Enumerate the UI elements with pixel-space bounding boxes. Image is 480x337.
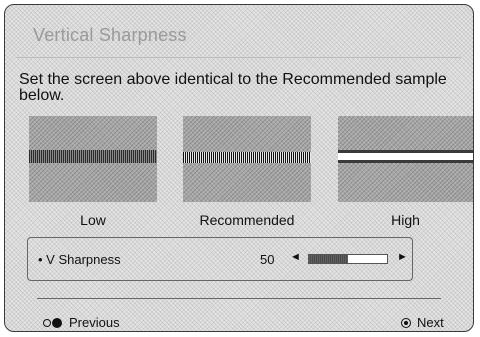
previous-label: Previous: [69, 315, 120, 330]
sample-recommended-label: Recommended: [199, 212, 295, 228]
sample-high-label: High: [391, 212, 420, 228]
sample-high-pattern: [338, 153, 473, 160]
v-sharpness-value: 50: [260, 252, 275, 267]
next-label: Next: [417, 315, 444, 330]
next-button[interactable]: Next: [401, 315, 444, 330]
sample-recommended-image: [183, 116, 311, 202]
sample-recommended-pattern: [183, 152, 311, 163]
v-sharpness-slider-fill: [309, 255, 348, 263]
instruction-text: Set the screen above identical to the Re…: [19, 71, 447, 104]
sample-low-pattern: [29, 150, 157, 163]
title-divider: [17, 57, 461, 58]
sample-high-image: [338, 116, 473, 202]
v-sharpness-slider[interactable]: [308, 254, 388, 264]
bottom-divider: [37, 298, 441, 299]
v-sharpness-label: • V Sharpness: [38, 252, 121, 267]
sample-low-label: Low: [80, 212, 106, 228]
sample-low-image: [29, 116, 157, 202]
ok-button-icon: [401, 317, 411, 328]
decrease-arrow-icon[interactable]: ◄: [290, 251, 301, 263]
v-sharpness-setting[interactable]: • V Sharpness 50 ◄ ►: [27, 237, 413, 281]
vertical-sharpness-dialog: Vertical Sharpness Set the screen above …: [4, 4, 474, 332]
back-return-icon: [43, 317, 63, 329]
previous-button[interactable]: Previous: [43, 315, 120, 330]
increase-arrow-icon[interactable]: ►: [397, 251, 408, 263]
sample-high-edge-bottom: [338, 160, 473, 163]
dialog-title: Vertical Sharpness: [33, 25, 187, 45]
